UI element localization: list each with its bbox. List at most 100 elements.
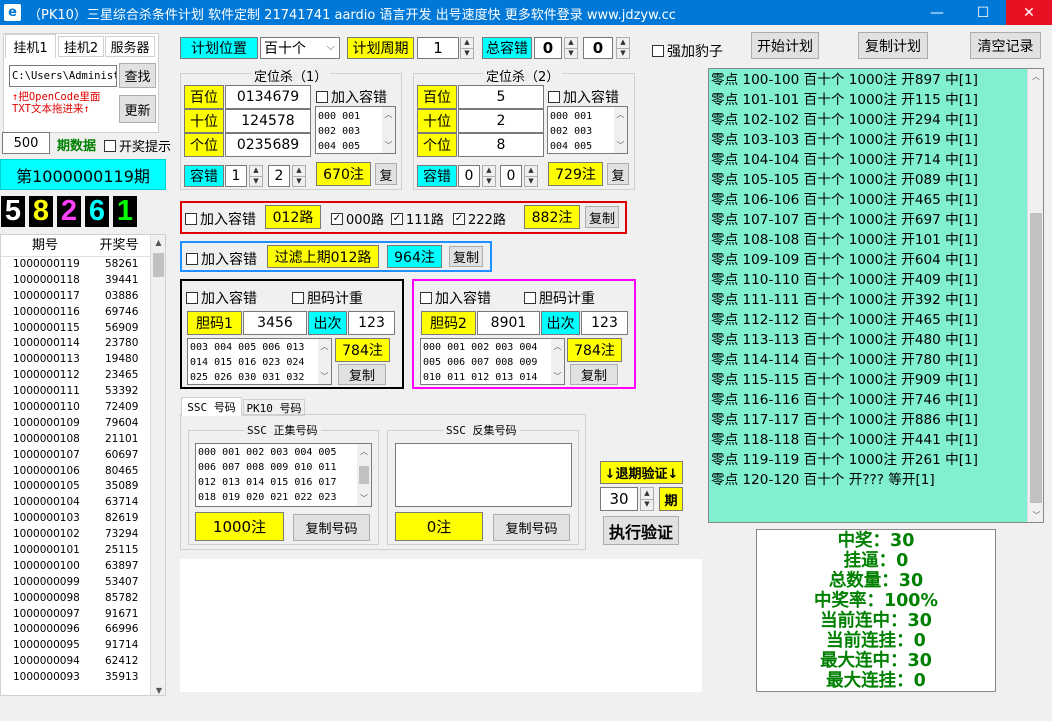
chevron-down-icon[interactable]: ﹀: [554, 369, 562, 384]
road-copy-button[interactable]: 复制: [585, 206, 619, 228]
table-row[interactable]: 1000000099 53407: [1, 575, 165, 591]
total-tol-input-1[interactable]: 0: [534, 37, 562, 59]
road-add-tol-checkbox[interactable]: 加入容错: [185, 209, 256, 229]
list-item[interactable]: 零点 105-105 百十个 1000注 开089 中[1]: [711, 170, 1043, 190]
log-area[interactable]: [180, 559, 702, 692]
minimize-button[interactable]: —: [914, 0, 960, 25]
kill1-list-scrollbar[interactable]: ︿ ﹀: [382, 107, 395, 153]
table-row[interactable]: 1000000113 19480: [1, 352, 165, 368]
list-item[interactable]: 零点 113-113 百十个 1000注 开480 中[1]: [711, 330, 1043, 350]
spin-down-icon[interactable]: ▼: [525, 175, 537, 187]
table-row[interactable]: 1000000102 73294: [1, 527, 165, 543]
list-item[interactable]: 零点 109-109 百十个 1000注 开604 中[1]: [711, 250, 1043, 270]
kill2-ge-input[interactable]: 8: [458, 133, 544, 157]
list-item[interactable]: 零点 119-119 百十个 1000注 开261 中[1]: [711, 450, 1043, 470]
total-tol-spinner-1[interactable]: ▲ ▼: [564, 37, 578, 59]
list-item[interactable]: 零点 101-101 百十个 1000注 开115 中[1]: [711, 90, 1043, 110]
dan1-num-list[interactable]: 003 004 005 006 013 014 015 016 023 024 …: [187, 338, 332, 385]
road-000-checkbox[interactable]: ✓ 000路: [331, 209, 384, 228]
table-row[interactable]: 1000000101 25115: [1, 543, 165, 559]
filter-copy-button[interactable]: 复制: [449, 246, 483, 267]
open-hint-checkbox[interactable]: 开奖提示: [104, 136, 171, 155]
verify-periods-spinner[interactable]: ▲ ▼: [640, 487, 654, 511]
chevron-down-icon[interactable]: ﹀: [1028, 508, 1043, 522]
dan2-copy-button[interactable]: 复制: [570, 364, 618, 385]
dan2-list-scrollbar[interactable]: ︿ ﹀: [551, 339, 564, 384]
dan2-times-input[interactable]: 123: [581, 311, 628, 335]
results-scrollbar[interactable]: ︿ ﹀: [1027, 69, 1043, 522]
kill1-tol-spinner-2[interactable]: ▲ ▼: [292, 165, 306, 187]
table-row[interactable]: 1000000106 80465: [1, 464, 165, 480]
run-verify-button[interactable]: 执行验证: [603, 516, 679, 545]
copy-plan-button[interactable]: 复制计划: [858, 32, 928, 59]
spin-up-icon[interactable]: ▲: [461, 38, 473, 48]
list-item[interactable]: 零点 112-112 百十个 1000注 开465 中[1]: [711, 310, 1043, 330]
table-row[interactable]: 1000000116 69746: [1, 305, 165, 321]
spin-down-icon[interactable]: ▼: [617, 47, 629, 59]
kill1-num-list[interactable]: 000 001 002 003 004 005 ︿ ﹀: [315, 106, 396, 154]
kill2-tol-spinner-1[interactable]: ▲ ▼: [482, 165, 496, 187]
list-item[interactable]: 零点 106-106 百十个 1000注 开465 中[1]: [711, 190, 1043, 210]
spin-up-icon[interactable]: ▲: [641, 488, 653, 499]
ssc-negative-list[interactable]: [395, 443, 572, 507]
kill1-tol-spinner-1[interactable]: ▲ ▼: [249, 165, 263, 187]
kill2-tol-input-2[interactable]: 0: [500, 165, 522, 187]
table-row[interactable]: 1000000103 82619: [1, 511, 165, 527]
chevron-down-icon[interactable]: ﹀: [321, 369, 329, 384]
scroll-thumb[interactable]: [359, 466, 369, 484]
spin-up-icon[interactable]: ▲: [483, 166, 495, 176]
kill2-bai-input[interactable]: 5: [458, 85, 544, 109]
ssc-positive-copy-button[interactable]: 复制号码: [293, 514, 370, 541]
list-item[interactable]: 零点 117-117 百十个 1000注 开886 中[1]: [711, 410, 1043, 430]
kill2-shi-input[interactable]: 2: [458, 109, 544, 133]
scroll-up-icon[interactable]: ▲: [151, 235, 165, 249]
list-item[interactable]: 零点 100-100 百十个 1000注 开897 中[1]: [711, 70, 1043, 90]
spin-up-icon[interactable]: ▲: [565, 38, 577, 48]
list-item[interactable]: 零点 120-120 百十个 开??? 等开[1]: [711, 470, 1043, 490]
scroll-thumb[interactable]: [153, 253, 164, 277]
list-item[interactable]: 零点 103-103 百十个 1000注 开619 中[1]: [711, 130, 1043, 150]
table-row[interactable]: 1000000110 72409: [1, 400, 165, 416]
total-tol-input-2[interactable]: 0: [583, 37, 613, 59]
kill1-tol-input-2[interactable]: 2: [268, 165, 290, 187]
table-row[interactable]: 1000000111 53392: [1, 384, 165, 400]
count-input[interactable]: 500: [2, 132, 50, 154]
dan1-copy-button[interactable]: 复制: [338, 364, 386, 385]
kill1-add-tol-checkbox[interactable]: 加入容错: [316, 87, 387, 107]
spin-up-icon[interactable]: ▲: [617, 38, 629, 48]
table-row[interactable]: 1000000098 85782: [1, 591, 165, 607]
chevron-up-icon[interactable]: ︿: [385, 107, 393, 122]
table-row[interactable]: 1000000096 66996: [1, 622, 165, 638]
table-row[interactable]: 1000000105 35089: [1, 479, 165, 495]
verify-periods-input[interactable]: 30: [600, 487, 638, 511]
kill2-tol-input-1[interactable]: 0: [458, 165, 480, 187]
spin-up-icon[interactable]: ▲: [293, 166, 305, 176]
list-item[interactable]: 零点 102-102 百十个 1000注 开294 中[1]: [711, 110, 1043, 130]
dan2-num-list[interactable]: 000 001 002 003 004 005 006 007 008 009 …: [420, 338, 565, 385]
tab-server[interactable]: 服务器: [105, 36, 155, 57]
tab-hangup-2[interactable]: 挂机2: [58, 36, 104, 57]
table-row[interactable]: 1000000115 56909: [1, 321, 165, 337]
table-row[interactable]: 1000000104 63714: [1, 495, 165, 511]
tab-pk10[interactable]: PK10 号码: [243, 399, 305, 416]
road-222-checkbox[interactable]: ✓ 222路: [453, 209, 506, 228]
path-input[interactable]: C:\Users\Administ: [9, 65, 117, 87]
list-item[interactable]: 零点 108-108 百十个 1000注 开101 中[1]: [711, 230, 1043, 250]
spin-down-icon[interactable]: ▼: [250, 175, 262, 187]
total-tol-spinner-2[interactable]: ▲ ▼: [616, 37, 630, 59]
spin-up-icon[interactable]: ▲: [525, 166, 537, 176]
leopard-checkbox[interactable]: 强加豹子: [652, 41, 723, 61]
spin-down-icon[interactable]: ▼: [483, 175, 495, 187]
dan2-add-tol-checkbox[interactable]: 加入容错: [420, 288, 491, 308]
spin-down-icon[interactable]: ▼: [461, 47, 473, 59]
chevron-up-icon[interactable]: ︿: [554, 339, 562, 354]
ssc-negative-copy-button[interactable]: 复制号码: [493, 514, 570, 541]
kill1-bai-input[interactable]: 0134679: [225, 85, 311, 109]
table-row[interactable]: 1000000118 39441: [1, 273, 165, 289]
tab-hangup-1[interactable]: 挂机1: [5, 34, 56, 58]
chevron-down-icon[interactable]: ﹀: [617, 138, 625, 153]
chevron-up-icon[interactable]: ︿: [321, 339, 329, 354]
ssc-positive-list[interactable]: 000 001 002 003 004 005 006 007 008 009 …: [195, 443, 372, 507]
table-row[interactable]: 1000000117 03886: [1, 289, 165, 305]
kill2-list-scrollbar[interactable]: ︿ ﹀: [614, 107, 627, 153]
